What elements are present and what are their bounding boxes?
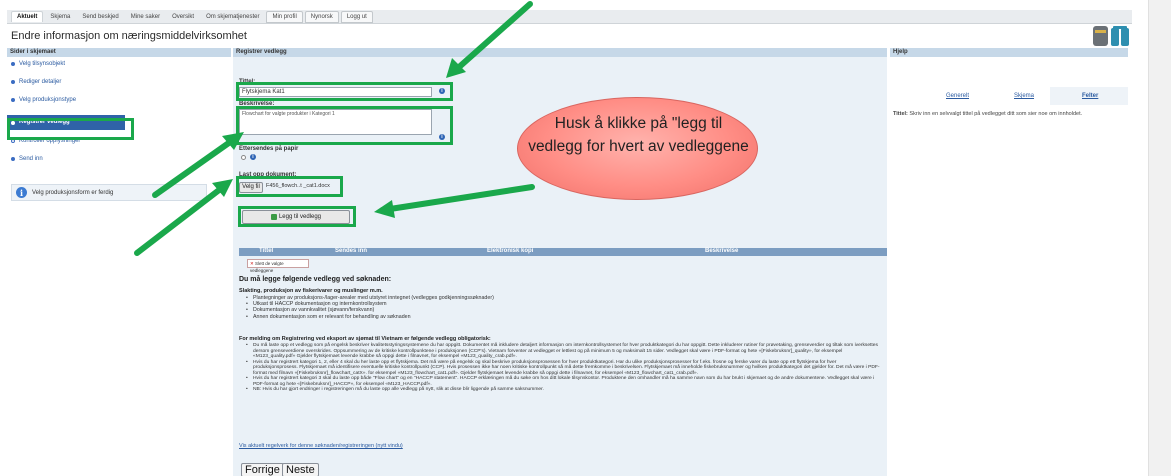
col-sendes-inn: Sendes inn (335, 248, 368, 254)
list-item: Annen dokumentasjon som er relevant for … (245, 314, 875, 320)
help-tab-felter[interactable]: Felter (1082, 93, 1098, 99)
highlight-upload (236, 176, 343, 197)
col-tittel: Tittel (259, 248, 274, 254)
top-tab-bar: Aktuelt Skjema Send beskjed Mine saker O… (7, 10, 1132, 24)
mattilsynet-logo (1093, 26, 1129, 46)
sidebar-item-velg-tilsynsobjekt[interactable]: Velg tilsynsobjekt (11, 61, 65, 67)
form-window: Aktuelt Skjema Send beskjed Mine saker O… (7, 10, 1132, 476)
tab-skjema[interactable]: Skjema (45, 12, 75, 22)
page-scrollbar[interactable] (1148, 0, 1171, 476)
delete-icon: ✕ (250, 261, 254, 266)
bullet-icon (11, 62, 15, 66)
help-tab-skjema[interactable]: Skjema (1014, 93, 1034, 99)
requirements-subheading-2: For melding om Registrering ved eksport … (239, 336, 491, 342)
paper-label: Ettersendes på papir (239, 146, 299, 152)
tab-om-skjematjenester[interactable]: Om skjematjenester (201, 12, 264, 22)
sidebar-item-rediger-detaljer[interactable]: Rediger detaljer (11, 79, 61, 85)
tab-aktuelt[interactable]: Aktuelt (11, 11, 44, 22)
bullet-icon (11, 80, 15, 84)
delete-selected-button[interactable]: ✕ Slett de valgte vedleggene (247, 259, 309, 273)
col-elektronisk-kopi: Elektronisk kopi (487, 248, 534, 254)
highlight-title (236, 82, 453, 101)
previous-button[interactable]: Forrige (241, 463, 284, 476)
info-icon: i (16, 187, 27, 198)
bullet-icon (11, 98, 15, 102)
sidebar-item-send-inn[interactable]: Send inn (11, 156, 43, 162)
logg-ut-button[interactable]: Logg ut (340, 10, 373, 23)
attachments-table-header: Tittel Sendes inn Elektronisk kopi Beskr… (239, 248, 887, 256)
form-header: Registrer vedlegg (233, 48, 887, 57)
list-item: Hvis du har registrert kategori 3 skal d… (245, 376, 881, 387)
sidebar-item-velg-produksjonstype[interactable]: Velg produksjonstype (11, 97, 76, 103)
highlight-add-button (238, 206, 356, 227)
sidebar-header: Sider i skjemaet (7, 48, 231, 57)
status-info-box: i Velg produksjonsform er ferdig (11, 184, 207, 201)
help-tab-generelt[interactable]: Generelt (946, 93, 969, 99)
list-item: Hvis du har registrert kategori 1, 2, el… (245, 360, 881, 377)
highlight-description (236, 106, 453, 145)
help-icon[interactable]: i (250, 154, 256, 160)
page-title: Endre informasjon om næringsmiddelvirkso… (11, 30, 247, 42)
col-beskrivelse: Beskrivelse (705, 248, 739, 254)
requirements-list-2: Du må laste opp et vedlegg som på engels… (245, 343, 881, 393)
nynorsk-button[interactable]: Nynorsk (304, 10, 339, 23)
requirements-subheading-1: Slakting, produksjon av fiskerivarer og … (239, 288, 383, 294)
requirements-list-1: Plantegninger av produksjons-/lager-area… (245, 295, 875, 320)
min-profil-button[interactable]: Min profil (266, 10, 303, 23)
regulations-link[interactable]: Vis aktuelt regelverk for denne søknaden… (239, 443, 403, 449)
list-item: Du må laste opp et vedlegg som på engels… (245, 343, 881, 360)
help-header: Hjelp (890, 48, 1128, 57)
tab-mine-saker[interactable]: Mine saker (126, 12, 165, 22)
list-item: NB: Hvis du har gjort endringer i regist… (245, 387, 881, 393)
help-text: Tittel: Skriv inn en selvvalgt tittel på… (893, 111, 1083, 117)
help-pane: Generelt Skjema Felter Tittel: Skriv inn… (890, 57, 1128, 476)
next-button[interactable]: Neste (282, 463, 319, 476)
callout-bubble: Husk å klikke på "legg til vedlegg for h… (517, 97, 758, 200)
callout-text: Husk å klikke på "legg til vedlegg for h… (528, 115, 749, 155)
paper-checkbox[interactable] (241, 155, 246, 160)
bullet-icon (11, 157, 15, 161)
requirements-heading: Du må legge følgende vedlegg ved søknade… (239, 276, 392, 283)
highlight-sidebar-current (7, 118, 134, 140)
tab-oversikt[interactable]: Oversikt (167, 12, 199, 22)
tab-send-beskjed[interactable]: Send beskjed (77, 12, 123, 22)
